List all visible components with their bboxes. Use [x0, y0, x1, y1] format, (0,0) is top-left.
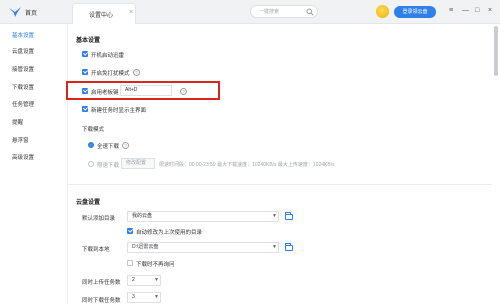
limited-radio[interactable] [88, 161, 94, 167]
autostart-label: 开机启动迅雷 [91, 53, 125, 59]
new-task-show-checkbox[interactable] [82, 106, 88, 112]
full-speed-help-icon[interactable]: ? [122, 142, 129, 149]
free-mode-help-icon[interactable]: ? [133, 69, 140, 76]
download-to-select[interactable]: D:\迅雷云盘 [127, 242, 279, 253]
download-mode-title: 下载模式 [82, 127, 105, 133]
full-speed-label: 全速下载 [97, 144, 120, 150]
sidebar-item-cloud[interactable]: 云盘设置 [0, 46, 68, 58]
sidebar-item-download[interactable]: 下载设置 [0, 82, 68, 94]
hotkey-label: 启用老板键 [91, 90, 119, 96]
download-count-label: 同时下载任务数 [82, 298, 121, 304]
default-dir-value: 我的云盘 [132, 213, 153, 219]
hotkey-checkbox[interactable] [82, 88, 88, 94]
download-to-folder-icon[interactable] [285, 243, 293, 251]
maximize-icon[interactable]: □ [475, 7, 479, 15]
default-dir-label: 默认添加目录 [82, 216, 116, 222]
limit-info-text: 限速时间段：00:00-23:59 最大下载速度：10240KB/s 最大上传速… [159, 162, 335, 168]
menu-icon[interactable]: ≡ [449, 7, 453, 15]
tab-title: 设置中心 [89, 13, 114, 19]
sidebar-item-advanced[interactable]: 高级设置 [0, 152, 68, 164]
sidebar-item-basic[interactable]: 基本设置 [0, 30, 68, 42]
auto-last-dir-checkbox[interactable] [127, 228, 133, 234]
sidebar-item-takeover[interactable]: 接管设置 [0, 64, 68, 76]
auto-last-dir-label: 自动修改为上次使用的目录 [136, 230, 203, 236]
download-to-value: D:\迅雷云盘 [132, 244, 159, 250]
default-dir-folder-icon[interactable] [285, 212, 293, 220]
free-mode-label: 开启免打扰模式 [91, 71, 130, 77]
download-to-chevron-down-icon[interactable]: ▼ [272, 244, 277, 250]
upload-count-chevron-down-icon[interactable]: ▼ [154, 277, 159, 283]
close-window-icon[interactable]: × [488, 7, 492, 15]
settings-sidebar: 基本设置 云盘设置 接管设置 下载设置 任务管理 提醒 悬浮窗 高级设置 [0, 24, 68, 304]
section-divider [68, 184, 492, 185]
modify-config-button[interactable]: 修改配置 [121, 158, 155, 169]
sidebar-item-reminder[interactable]: 提醒 [0, 117, 68, 129]
login-cloud-button[interactable]: 登录领云盘 [394, 6, 436, 18]
default-dir-select[interactable]: 我的云盘 [127, 211, 279, 222]
tab-close-icon[interactable]: × [129, 9, 133, 17]
sidebar-item-task-manage[interactable]: 任务管理 [0, 99, 68, 111]
limited-label: 限速下载 [97, 163, 120, 169]
no-ask-label: 下载时不再询问 [136, 262, 175, 268]
xunlei-logo-icon[interactable] [8, 6, 22, 18]
upload-count-label: 同时上传任务数 [82, 280, 121, 286]
hotkey-help-icon[interactable]: ? [180, 88, 187, 95]
download-count-value: 3 [132, 294, 135, 300]
new-task-show-label: 新建任务时显示主界面 [91, 108, 147, 114]
hotkey-input[interactable]: Alt+D [120, 85, 172, 96]
download-count-chevron-down-icon[interactable]: ▼ [154, 294, 159, 300]
home-tab-label[interactable]: 首页 [25, 8, 37, 17]
search-placeholder: 一键搜索 [259, 9, 280, 15]
sidebar-item-float-window[interactable]: 悬浮窗 [0, 135, 68, 147]
tab-settings-center[interactable]: 设置中心 × [72, 3, 136, 24]
autostart-checkbox[interactable] [82, 51, 88, 57]
cloud-settings-title: 云盘设置 [76, 200, 101, 206]
default-dir-chevron-down-icon[interactable]: ▼ [272, 213, 277, 219]
full-speed-radio[interactable] [88, 142, 94, 148]
download-to-label: 下载到本地 [82, 247, 110, 253]
scrollbar[interactable] [494, 26, 498, 76]
title-bar: 首页 设置中心 × 一键搜索 登录领云盘 ≡ — □ × [0, 0, 500, 24]
no-ask-checkbox[interactable] [127, 260, 133, 266]
search-input[interactable]: 一键搜索 [250, 5, 318, 18]
basic-settings-title: 基本设置 [76, 38, 101, 44]
free-mode-checkbox[interactable] [82, 69, 88, 75]
minimize-icon[interactable]: — [462, 7, 469, 15]
upload-count-value: 2 [132, 277, 135, 283]
avatar[interactable] [376, 5, 389, 18]
search-icon[interactable] [306, 8, 314, 16]
